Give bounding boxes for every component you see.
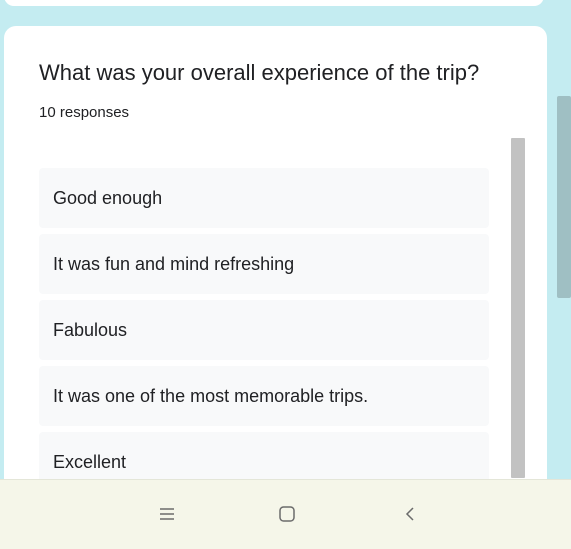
- system-navigation-bar: [0, 479, 571, 549]
- question-title: What was your overall experience of the …: [39, 60, 480, 85]
- back-icon[interactable]: [394, 498, 426, 530]
- home-icon[interactable]: [271, 498, 303, 530]
- response-item: It was fun and mind refreshing: [39, 234, 489, 294]
- page-scrollbar[interactable]: [557, 96, 571, 298]
- response-item: Good enough: [39, 168, 489, 228]
- response-list: Good enough It was fun and mind refreshi…: [39, 168, 489, 498]
- response-count: 10 responses: [39, 104, 130, 121]
- response-item: Fabulous: [39, 300, 489, 360]
- previous-card: [4, 0, 544, 6]
- response-list-scrollbar[interactable]: [511, 138, 525, 478]
- response-item: It was one of the most memorable trips.: [39, 366, 489, 426]
- question-card: What was your overall experience of the …: [4, 26, 547, 496]
- menu-icon[interactable]: [151, 498, 183, 530]
